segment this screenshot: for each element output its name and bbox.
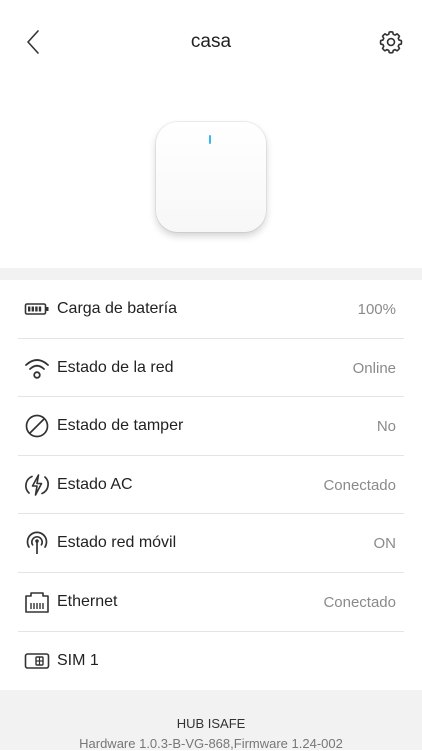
wifi-icon [24,355,50,381]
header: casa [0,0,422,86]
status-row-sim: SIM 1 [18,632,404,691]
status-row-network: Estado de la red Online [18,339,404,398]
status-value: ON [373,535,397,553]
status-row-ethernet: Ethernet Conectado [18,573,404,632]
status-row-battery: Carga de batería 100% [18,280,404,339]
status-value: Conectado [323,593,396,611]
status-list: Carga de batería 100% Estado de la red O… [0,280,422,690]
battery-icon [24,296,50,322]
hub-device-image [156,122,266,232]
status-label: Carga de batería [57,300,178,317]
status-value: Conectado [323,476,396,494]
tamper-icon [24,413,50,439]
status-value: Online [352,359,396,377]
hardware-firmware-version: Hardware 1.0.3-B-VG-868,Firmware 1.24-00… [79,736,343,751]
status-row-mobile-network: Estado red móvil ON [18,514,404,573]
device-model: HUB ISAFE [176,716,246,731]
status-label: Estado de tamper [57,417,184,435]
status-label: Estado red móvil [57,534,177,552]
status-value: 100% [357,301,396,318]
section-divider [0,268,422,280]
page-title: casa [190,31,232,52]
sim-card-icon [24,648,50,674]
status-row-ac: Estado AC Conectado [18,456,404,515]
gear-icon [379,31,403,54]
power-ac-icon [24,472,50,498]
status-label: Ethernet [57,592,118,610]
status-label: Estado de la red [57,358,174,376]
antenna-icon [24,530,50,556]
status-value: No [376,418,396,436]
status-label: Estado AC [57,475,133,493]
device-preview-area [0,86,422,268]
status-label: SIM 1 [57,651,99,669]
device-led [209,135,211,144]
status-row-tamper: Estado de tamper No [18,397,404,456]
ethernet-icon [24,589,50,615]
settings-button[interactable] [378,29,404,55]
device-info-footer: HUB ISAFE Hardware 1.0.3-B-VG-868,Firmwa… [0,690,422,751]
